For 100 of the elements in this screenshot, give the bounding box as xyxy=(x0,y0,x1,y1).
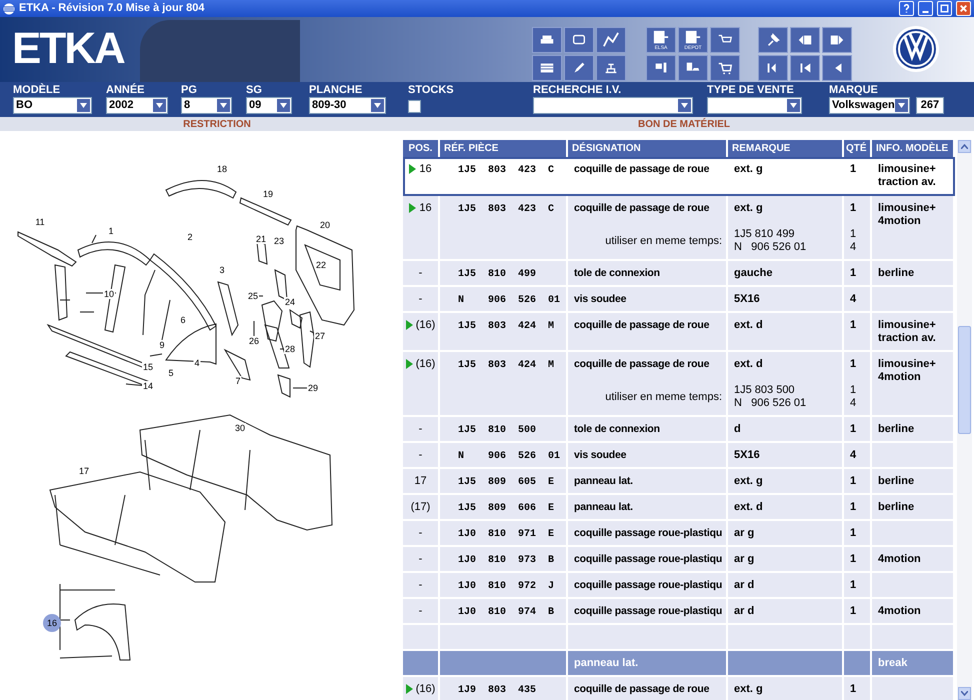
vw-logo-icon xyxy=(892,25,940,73)
callout-number[interactable]: 10 xyxy=(103,289,115,299)
table-row[interactable]: (16) 1J5 803 424 M coquille de passage de roue utiliser en meme temps: ext. d 1J5 803 500 N 906 526 01 1 1 4 limousine+ 4motion xyxy=(403,352,955,417)
dropdown-field[interactable] xyxy=(533,97,693,114)
table-cell-text: 1 xyxy=(850,423,858,436)
callout-number[interactable]: 17 xyxy=(78,466,90,476)
table-cell: - xyxy=(418,423,422,436)
table-cell-text: ext. g xyxy=(734,163,764,176)
table-row[interactable]: (16) 1J9 803 435 coquille de passage de roue ext. g 1 xyxy=(403,677,955,700)
callout-number[interactable]: 20 xyxy=(319,220,331,230)
column-header[interactable]: INFO. MODÈLE xyxy=(872,140,955,157)
toolbar-button[interactable] xyxy=(646,55,676,81)
table-row[interactable]: - N 906 526 01 vis soudee 5X16 4 xyxy=(403,287,955,313)
callout-number[interactable]: 6 xyxy=(180,315,186,325)
close-button[interactable] xyxy=(956,1,971,16)
callout-number[interactable]: 19 xyxy=(262,189,274,199)
callout-number[interactable]: 2 xyxy=(186,232,194,242)
table-row[interactable]: - 1J5 810 500 tole de connexion d 1 berline xyxy=(403,417,955,443)
toolbar-button[interactable] xyxy=(822,27,852,53)
dropdown-field[interactable] xyxy=(707,97,802,114)
table-cell: berline xyxy=(878,267,914,279)
callout-number[interactable]: 26 xyxy=(248,336,260,346)
help-button[interactable] xyxy=(899,1,914,16)
table-row[interactable]: - 1J5 810 499 tole de connexion gauche 1 berline xyxy=(403,261,955,287)
table-cell-text: ext. d xyxy=(734,358,764,371)
dropdown-field[interactable]: 809-30 xyxy=(309,97,386,114)
table-cell-text: 1J5 810 499 xyxy=(734,228,796,241)
table-cell-text: ar d xyxy=(734,605,756,618)
table-cell-text: 1 xyxy=(850,475,858,488)
toolbar-button[interactable] xyxy=(532,27,562,53)
table-row[interactable]: - 1J0 810 972 J coquille passage roue-plastiqu ar d 1 xyxy=(403,573,955,599)
dropdown-field[interactable]: Volkswagen xyxy=(829,97,910,114)
table-cell: 1J9 803 435 xyxy=(458,685,536,696)
table-row[interactable]: - N 906 526 01 vis soudee 5X16 4 xyxy=(403,443,955,469)
callout-number[interactable]: 16 xyxy=(43,614,61,632)
column-header[interactable]: RÉF. PIÈCE xyxy=(440,140,568,157)
scrollbar[interactable] xyxy=(957,140,972,700)
table-row[interactable]: (16) 1J5 803 424 M coquille de passage de roue ext. d 1 limousine+ traction av. xyxy=(403,313,955,352)
table-cell-text: tole de connexion xyxy=(574,267,661,280)
table-row[interactable]: - 1J0 810 974 B coquille passage roue-plastiqu ar d 1 4motion xyxy=(403,599,955,625)
toolbar-button[interactable] xyxy=(710,27,740,53)
toolbar-button[interactable] xyxy=(758,27,788,53)
table-cell-text: 1 xyxy=(850,163,858,176)
section-title: BON DE MATÉRIEL xyxy=(636,117,732,132)
toolbar-button[interactable] xyxy=(790,27,820,53)
toolbar-button[interactable] xyxy=(564,55,594,81)
table-cell: limousine+ 4motion xyxy=(878,202,936,227)
table-cell-text: ar g xyxy=(734,527,756,540)
stocks-checkbox[interactable] xyxy=(408,100,421,113)
toolbar-button[interactable] xyxy=(596,27,626,53)
callout-number[interactable]: 29 xyxy=(307,383,319,393)
callout-number[interactable]: 9 xyxy=(158,340,166,350)
scrollbar-thumb[interactable] xyxy=(958,326,971,434)
table-cell: limousine+ traction av. xyxy=(878,319,936,344)
toolbar-button[interactable] xyxy=(678,55,708,81)
callout-number[interactable]: 4 xyxy=(194,358,200,368)
toolbar-button[interactable] xyxy=(710,55,740,81)
callout-number[interactable]: 23 xyxy=(273,236,285,246)
dropdown-field[interactable]: 8 xyxy=(181,97,232,114)
callout-number[interactable]: 27 xyxy=(314,331,326,341)
callout-number[interactable]: 7 xyxy=(234,376,242,386)
callout-number[interactable]: 11 xyxy=(34,217,46,227)
callout-number[interactable]: 30 xyxy=(234,423,246,433)
callout-number[interactable]: 15 xyxy=(142,362,154,372)
table-row[interactable]: - 1J0 810 971 E coquille passage roue-plastiqu ar g 1 xyxy=(403,521,955,547)
toolbar-button[interactable] xyxy=(596,55,626,81)
callout-number[interactable]: 1 xyxy=(108,226,114,236)
dropdown-field[interactable]: 2002 xyxy=(106,97,168,114)
column-header[interactable]: QTÉ xyxy=(844,140,872,157)
maximize-button[interactable] xyxy=(937,1,952,16)
selected-row[interactable]: 16 1J5 803 423 C coquille de passage de roue ext. g 1 limousine+ traction av. xyxy=(403,157,955,196)
callout-number[interactable]: 28 xyxy=(284,344,296,354)
dropdown-field[interactable]: 09 xyxy=(246,97,292,114)
callout-number[interactable]: 25 xyxy=(247,291,259,301)
dropdown-field[interactable]: BO xyxy=(13,97,92,114)
callout-number[interactable]: 3 xyxy=(218,265,226,275)
table-row[interactable]: 17 1J5 809 605 E panneau lat. ext. g 1 berline xyxy=(403,469,955,495)
toolbar-button[interactable] xyxy=(564,27,594,53)
table-row[interactable]: 16 1J5 803 423 C coquille de passage de roue utiliser en meme temps: ext. g 1J5 810 499 N 906 526 01 1 1 4 limousine+ 4motion xyxy=(403,196,955,261)
toolbar-button[interactable] xyxy=(822,55,852,81)
callout-number[interactable]: 5 xyxy=(168,368,174,378)
toolbar-button[interactable] xyxy=(532,55,562,81)
toolbar-button[interactable] xyxy=(758,55,788,81)
table-cell-text: 1 xyxy=(850,527,858,540)
toolbar-button[interactable] xyxy=(790,55,820,81)
callout-number[interactable]: 22 xyxy=(315,260,327,270)
table-cell: 16 xyxy=(419,163,432,176)
callout-number[interactable]: 21 xyxy=(255,234,267,244)
callout-number[interactable]: 14 xyxy=(142,381,154,391)
table-row[interactable]: (17) 1J5 809 606 E panneau lat. ext. d 1 berline xyxy=(403,495,955,521)
table-cell-text: 1 xyxy=(850,358,858,371)
callout-number[interactable]: 18 xyxy=(216,164,228,174)
play-arrow-icon xyxy=(409,203,416,213)
column-header[interactable]: DÉSIGNATION xyxy=(568,140,728,157)
minimize-button[interactable] xyxy=(918,1,933,16)
table-row[interactable]: - 1J0 810 973 B coquille passage roue-plastiqu ar g 1 4motion xyxy=(403,547,955,573)
callout-number[interactable]: 24 xyxy=(284,297,296,307)
column-header[interactable]: REMARQUE xyxy=(728,140,844,157)
table-cell-text: 4 xyxy=(850,293,858,306)
column-header[interactable]: POS. xyxy=(403,140,440,157)
